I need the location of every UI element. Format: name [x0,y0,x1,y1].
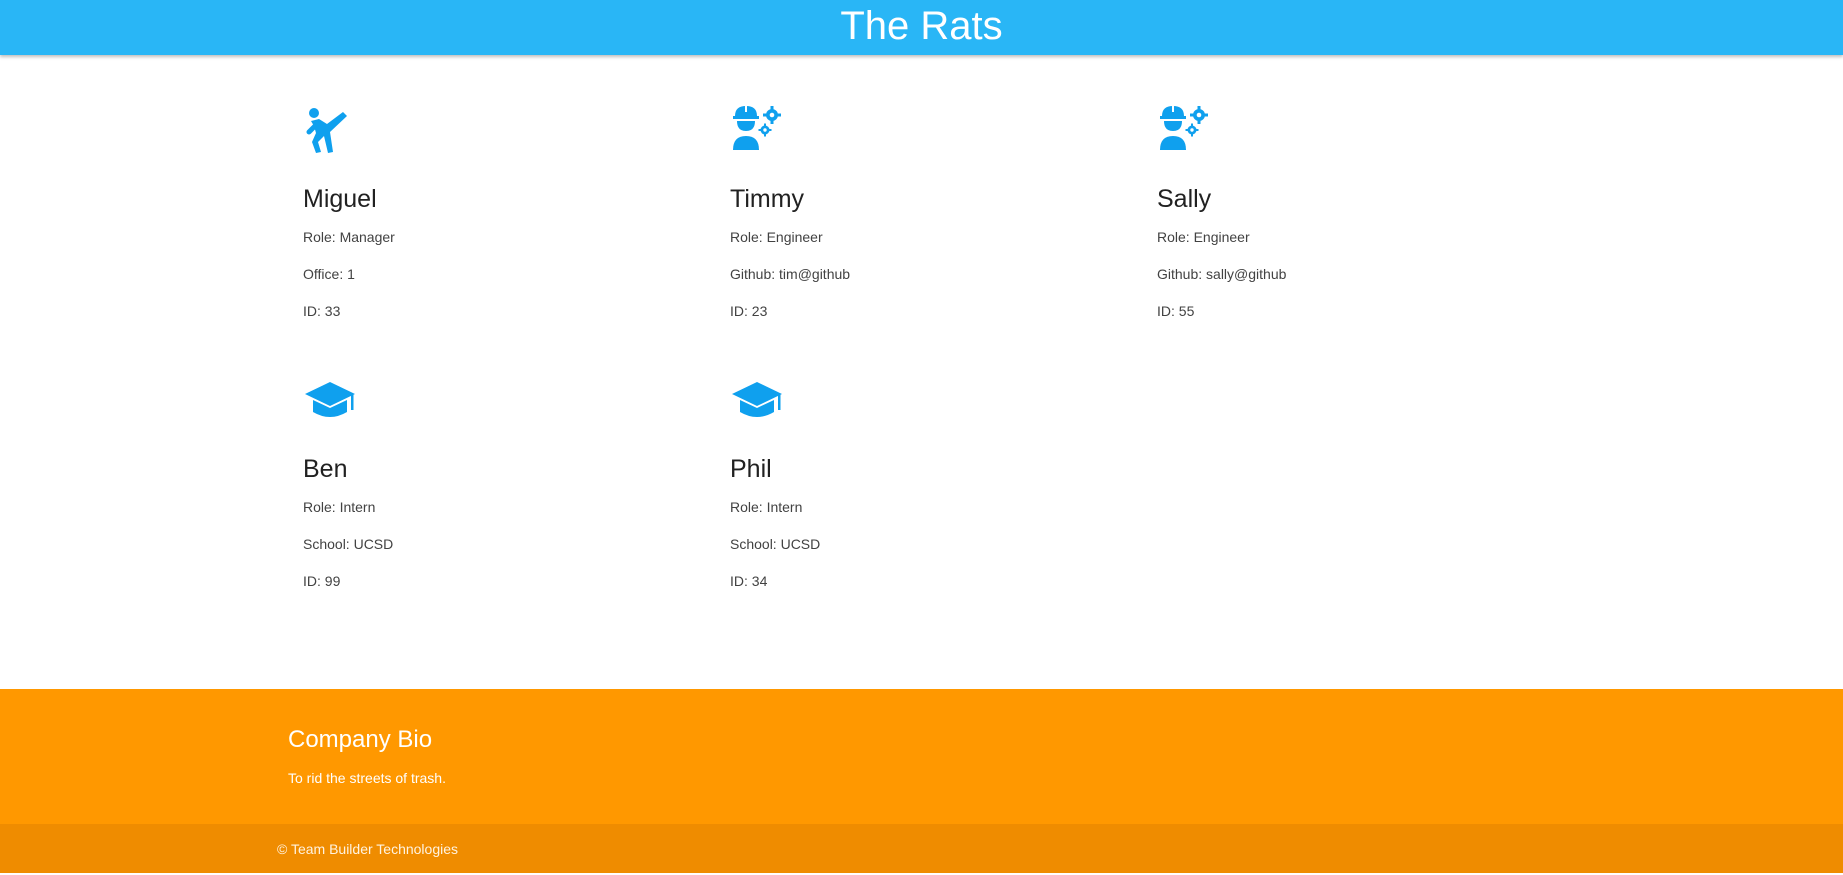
page: The Rats Miguel Role: Manager Office: 1 … [0,0,1843,875]
member-github: Github: sally@github [1157,266,1287,282]
copyright-bar: © Team Builder Technologies [0,824,1843,873]
graduation-cap-icon [305,376,359,430]
member-role: Role: Intern [303,499,376,515]
member-card-timmy: Timmy Role: Engineer Github: tim@github … [730,106,1110,346]
member-github: Github: tim@github [730,266,851,282]
member-name: Miguel [303,185,377,213]
member-name: Ben [303,455,348,483]
engineer-gears-icon [1159,106,1213,160]
member-card-ben: Ben Role: Intern School: UCSD ID: 99 [303,376,683,616]
copyright-text: © Team Builder Technologies [277,841,459,857]
footer: Company Bio To rid the streets of trash. [0,689,1843,824]
engineer-gears-icon [732,106,786,160]
member-role: Role: Engineer [730,229,823,245]
member-id: ID: 23 [730,303,768,319]
member-name: Phil [730,455,772,483]
member-office: Office: 1 [303,266,355,282]
member-card-phil: Phil Role: Intern School: UCSD ID: 34 [730,376,1110,616]
graduation-cap-icon [732,376,786,430]
member-card-miguel: Miguel Role: Manager Office: 1 ID: 33 [303,106,683,346]
team-title: The Rats [840,4,1003,48]
member-id: ID: 55 [1157,303,1195,319]
member-id: ID: 99 [303,573,341,589]
company-bio-text: To rid the streets of trash. [288,770,446,786]
member-id: ID: 34 [730,573,768,589]
member-name: Timmy [730,185,805,213]
member-role: Role: Engineer [1157,229,1250,245]
karate-kick-icon [305,106,359,160]
header-bar: The Rats [0,0,1843,55]
member-card-sally: Sally Role: Engineer Github: sally@githu… [1157,106,1537,346]
member-school: School: UCSD [730,536,821,552]
member-name: Sally [1157,185,1212,213]
member-role: Role: Manager [303,229,395,245]
member-school: School: UCSD [303,536,394,552]
member-role: Role: Intern [730,499,803,515]
company-bio-heading: Company Bio [288,726,433,753]
member-id: ID: 33 [303,303,341,319]
